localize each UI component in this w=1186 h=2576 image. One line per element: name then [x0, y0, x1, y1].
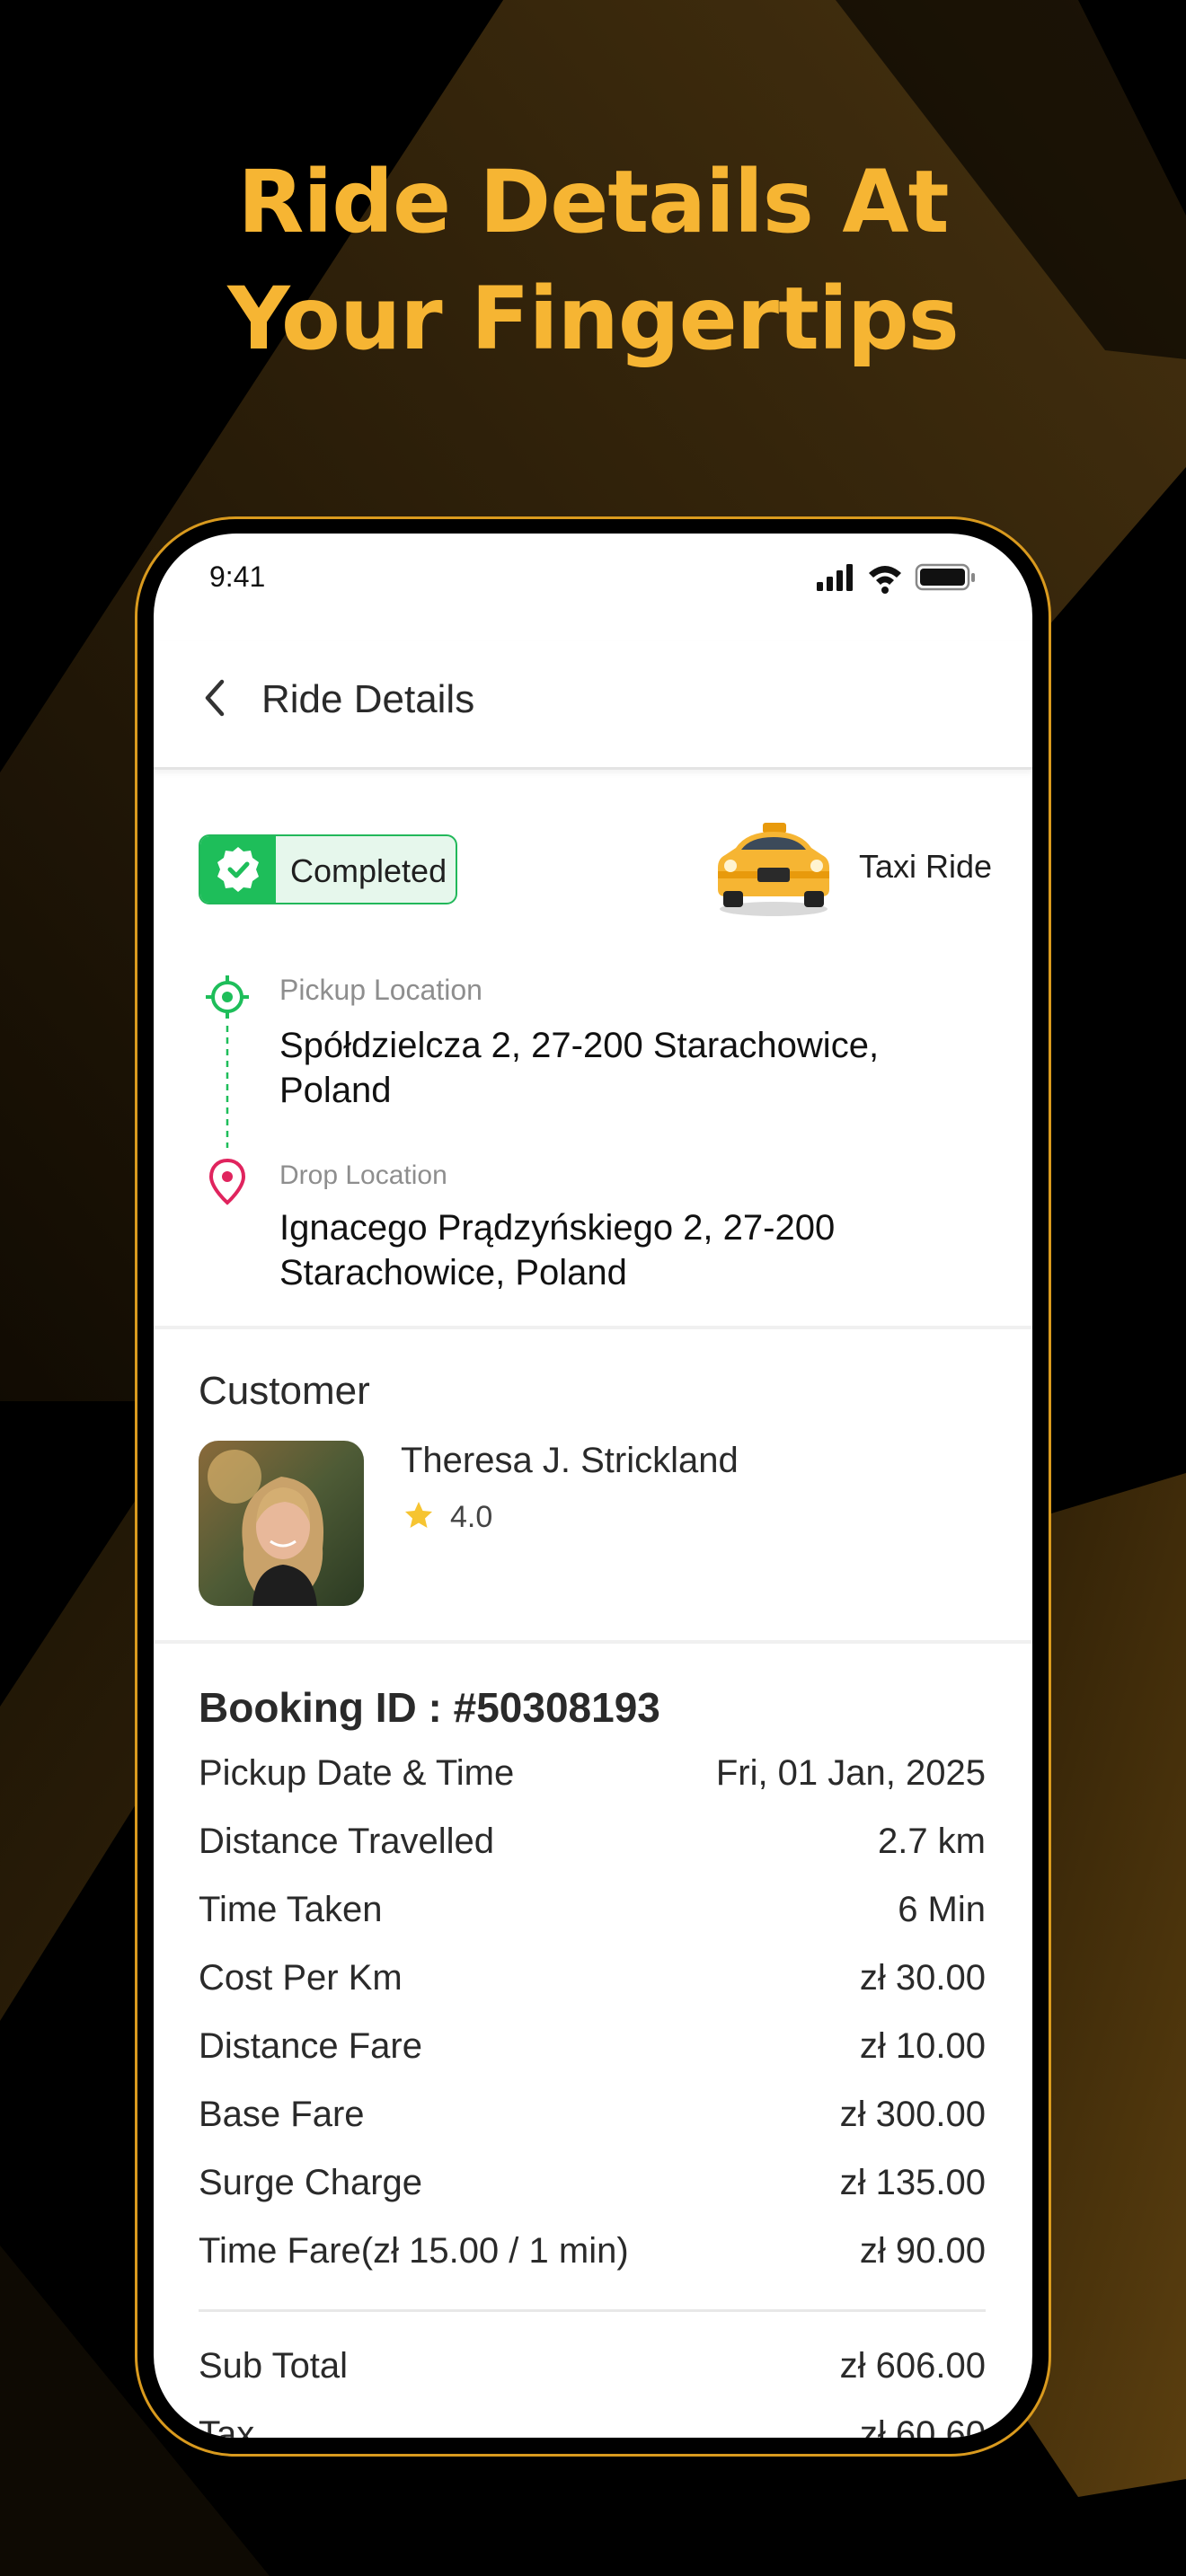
- ride-type-label: Taxi Ride: [859, 848, 993, 885]
- taxi-car-icon: [718, 823, 829, 916]
- section-divider: [154, 1326, 1032, 1329]
- location-pin-icon: [208, 1158, 246, 1205]
- phone-screen: 9:41 Ride Details Completed Taxi Ride Pi…: [154, 534, 1032, 2438]
- section-divider: [154, 1640, 1032, 1644]
- app-header: Ride Details: [154, 641, 1032, 770]
- drop-caption: Drop Location: [279, 1160, 447, 1190]
- pickup-address: Spółdzielcza 2, 27-200 Starachowice, Pol…: [279, 1026, 880, 1110]
- star-icon: [405, 1502, 432, 1528]
- drop-address: Ignacego Prądzyńskiego 2, 27-200 Starach…: [279, 1208, 836, 1292]
- pickup-caption: Pickup Location: [279, 974, 482, 1006]
- fare-row: Time Taken 6 Min: [199, 1890, 986, 1940]
- wifi-icon: [869, 566, 901, 594]
- fare-divider: [199, 2309, 986, 2312]
- booking-id: Booking ID : #50308193: [199, 1684, 660, 1731]
- status-time: 9:41: [209, 560, 266, 593]
- fare-label: Base Fare: [199, 2095, 365, 2134]
- tax-row: Tax zł 60.60: [199, 2414, 986, 2438]
- subtotal-value: zł 606.00: [839, 2346, 986, 2386]
- headline-line-2: Your Fingertips: [227, 269, 959, 369]
- status-icons: [817, 563, 975, 594]
- fare-value: 6 Min: [898, 1890, 986, 1929]
- chevron-left-icon[interactable]: [199, 673, 235, 723]
- signal-icon: [817, 564, 853, 591]
- headline: Ride Details At Your Fingertips: [0, 144, 1186, 377]
- fare-label: Pickup Date & Time: [199, 1753, 515, 1793]
- headline-line-1: Ride Details At: [237, 152, 949, 252]
- status-bar: 9:41: [154, 534, 1032, 623]
- fare-row: Cost Per Km zł 30.00: [199, 1958, 986, 2008]
- customer-rating: 4.0: [450, 1500, 493, 1534]
- fare-value: zł 90.00: [859, 2231, 986, 2271]
- fare-row: Surge Charge zł 135.00: [199, 2163, 986, 2213]
- subtotal-label: Sub Total: [199, 2346, 349, 2386]
- fare-value: zł 300.00: [839, 2095, 986, 2134]
- fare-value: Fri, 01 Jan, 2025: [715, 1753, 986, 1793]
- verified-check-icon: [200, 836, 276, 903]
- fare-value: zł 135.00: [839, 2163, 986, 2202]
- fare-label: Cost Per Km: [199, 1958, 403, 1998]
- tax-value: zł 60.60: [859, 2414, 986, 2438]
- customer-name: Theresa J. Strickland: [401, 1441, 739, 1480]
- battery-icon: [915, 563, 975, 591]
- route-connector: [226, 1026, 229, 1148]
- fare-row: Distance Fare zł 10.00: [199, 2026, 986, 2077]
- fare-value: zł 10.00: [859, 2026, 986, 2066]
- fare-row: Distance Travelled 2.7 km: [199, 1822, 986, 1872]
- tax-label: Tax: [199, 2414, 255, 2438]
- status-badge: Completed: [199, 834, 457, 904]
- fare-label: Surge Charge: [199, 2163, 423, 2202]
- fare-label: Distance Fare: [199, 2026, 422, 2066]
- status-label: Completed: [290, 852, 447, 889]
- fare-label: Time Fare(zł 15.00 / 1 min): [199, 2231, 629, 2271]
- fare-row: Pickup Date & Time Fri, 01 Jan, 2025: [199, 1753, 986, 1804]
- fare-label: Time Taken: [199, 1890, 383, 1929]
- fare-row: Base Fare zł 300.00: [199, 2095, 986, 2145]
- customer-section-title: Customer: [199, 1369, 370, 1413]
- fare-value: 2.7 km: [877, 1822, 986, 1861]
- avatar[interactable]: [199, 1441, 364, 1606]
- fare-value: zł 30.00: [859, 1958, 986, 1998]
- fare-row: Time Fare(zł 15.00 / 1 min) zł 90.00: [199, 2231, 986, 2281]
- subtotal-row: Sub Total zł 606.00: [199, 2346, 986, 2396]
- fare-label: Distance Travelled: [199, 1822, 495, 1861]
- target-pin-icon: [206, 975, 249, 1019]
- page-title: Ride Details: [261, 677, 475, 721]
